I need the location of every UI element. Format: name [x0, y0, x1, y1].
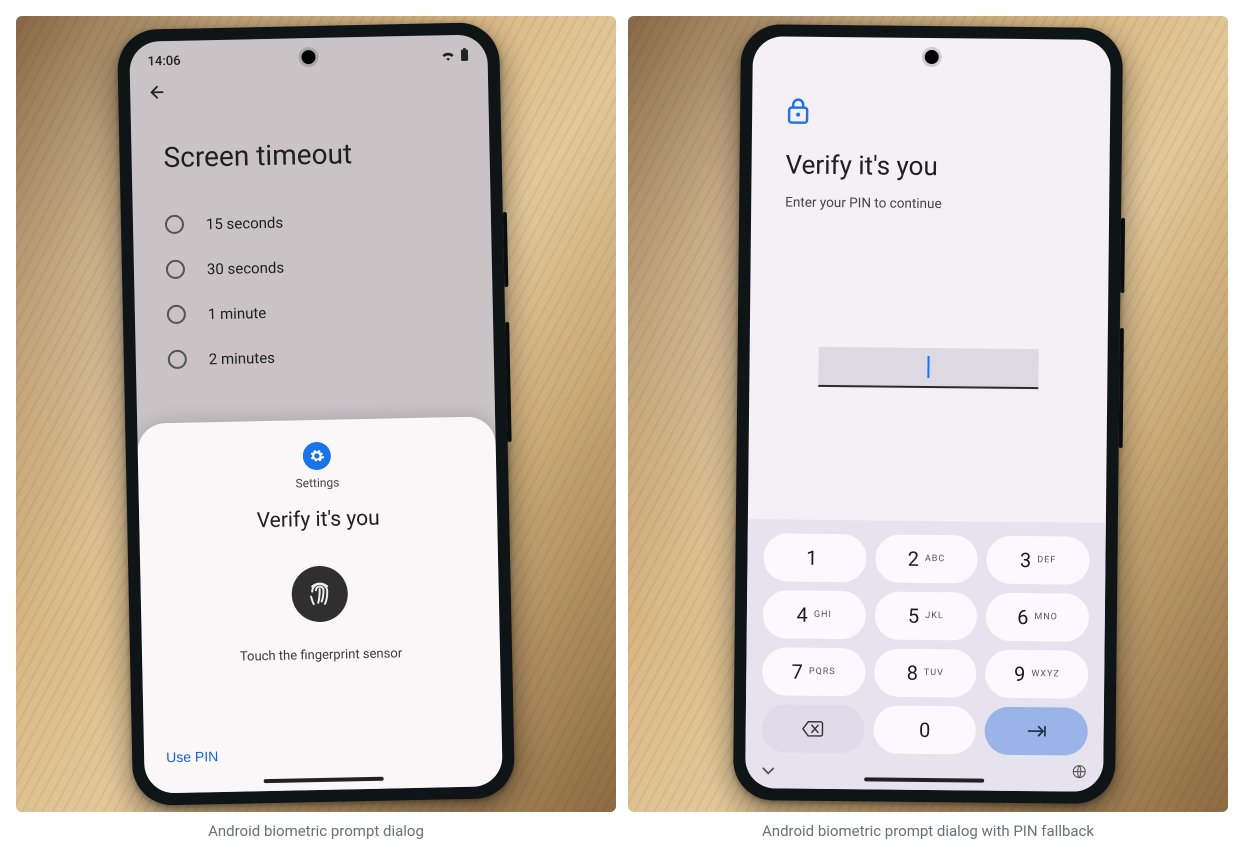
sheet-hint: Touch the fingerprint sensor: [240, 646, 403, 664]
figure-caption-right: Android biometric prompt dialog with PIN…: [628, 822, 1228, 840]
figure-caption-left: Android biometric prompt dialog: [16, 822, 616, 840]
key-0[interactable]: 0: [873, 705, 976, 754]
key-6[interactable]: 6MNO: [986, 593, 1089, 642]
phone-frame-right: Verify it's you Enter your PIN to contin…: [733, 24, 1123, 804]
settings-gear-icon: [303, 442, 332, 471]
battery-icon: [459, 48, 469, 62]
timeout-option[interactable]: 1 minute: [166, 286, 473, 337]
pin-input[interactable]: [818, 347, 1038, 389]
timeout-option-label: 15 seconds: [206, 213, 284, 233]
key-4[interactable]: 4GHI: [763, 590, 866, 639]
key-3[interactable]: 3DEF: [987, 536, 1090, 585]
radio-icon: [167, 305, 186, 324]
figure-right: Verify it's you Enter your PIN to contin…: [628, 16, 1228, 812]
figure-left: 14:06 Screen timeout 15 seconds: [16, 16, 616, 812]
phone-screen-left: 14:06 Screen timeout 15 seconds: [129, 34, 503, 793]
timeout-option-label: 1 minute: [208, 304, 267, 323]
camera-hole: [925, 50, 939, 64]
phone-frame-left: 14:06 Screen timeout 15 seconds: [117, 22, 515, 806]
numeric-keypad: 1 2ABC 3DEF 4GHI 5JKL 6MNO 7PQRS 8TUV 9W…: [745, 519, 1106, 792]
lock-icon: [786, 109, 810, 128]
timeout-option[interactable]: 2 minutes: [167, 331, 474, 382]
page-title: Screen timeout: [163, 135, 470, 174]
text-cursor: [927, 356, 929, 378]
radio-icon: [166, 260, 185, 279]
backspace-icon: [802, 721, 824, 737]
verify-subtitle: Enter your PIN to continue: [785, 194, 1075, 213]
key-9[interactable]: 9WXYZ: [985, 650, 1088, 699]
timeout-option-label: 2 minutes: [209, 348, 275, 367]
key-7[interactable]: 7PQRS: [762, 647, 865, 696]
chevron-down-icon[interactable]: [761, 761, 775, 780]
biometric-bottom-sheet: Settings Verify it's you Touch the finge…: [137, 416, 503, 793]
sheet-title: Verify it's you: [257, 507, 380, 534]
radio-icon: [165, 215, 184, 234]
timeout-option[interactable]: 15 seconds: [165, 196, 472, 247]
key-8[interactable]: 8TUV: [874, 648, 977, 697]
timeout-option-label: 30 seconds: [207, 258, 285, 278]
enter-arrow-icon: [1025, 724, 1047, 738]
key-backspace[interactable]: [761, 704, 864, 753]
key-5[interactable]: 5JKL: [874, 591, 977, 640]
phone-screen-right: Verify it's you Enter your PIN to contin…: [745, 36, 1111, 792]
key-enter[interactable]: [985, 707, 1088, 756]
timeout-option[interactable]: 30 seconds: [165, 241, 472, 292]
fingerprint-sensor[interactable]: [291, 565, 348, 622]
radio-icon: [168, 350, 187, 369]
key-1[interactable]: 1: [763, 533, 866, 582]
status-time: 14:06: [147, 53, 180, 69]
wifi-icon: [440, 49, 455, 61]
phone-side-button: [1120, 218, 1125, 293]
key-2[interactable]: 2ABC: [875, 534, 978, 583]
back-arrow-icon[interactable]: [144, 88, 166, 107]
verify-title: Verify it's you: [785, 150, 1075, 183]
globe-icon[interactable]: [1071, 764, 1087, 784]
sheet-app-name: Settings: [295, 476, 339, 491]
use-pin-button[interactable]: Use PIN: [166, 748, 218, 765]
fingerprint-icon: [304, 579, 335, 610]
